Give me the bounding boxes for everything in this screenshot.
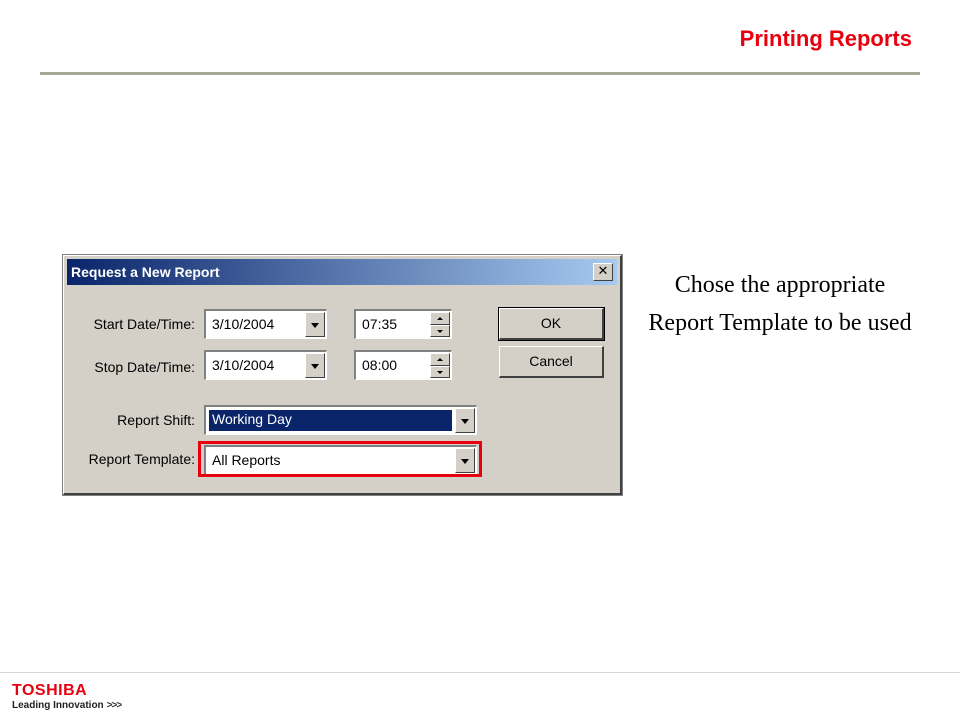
stop-time-value: 08:00	[362, 357, 398, 373]
ok-button[interactable]: OK	[498, 307, 605, 341]
stop-date-picker[interactable]: 3/10/2004	[204, 350, 327, 380]
stop-date-value: 3/10/2004	[212, 357, 275, 373]
close-button[interactable]: ✕	[593, 263, 613, 281]
dialog-titlebar[interactable]: Request a New Report ✕	[67, 259, 617, 285]
report-shift-selection: Working Day	[209, 410, 452, 431]
start-time-spinner[interactable]	[430, 312, 450, 337]
title-divider	[40, 72, 920, 75]
brand-tagline: Leading Innovation >>>	[12, 700, 123, 711]
report-template-highlight	[198, 441, 482, 477]
slide-title: Printing Reports	[739, 26, 912, 51]
start-date-value: 3/10/2004	[212, 316, 275, 332]
report-shift-dropdown-button[interactable]	[455, 408, 475, 433]
spin-up-icon[interactable]	[430, 312, 450, 325]
report-shift-value: Working Day	[212, 411, 292, 427]
spin-down-icon[interactable]	[430, 324, 450, 337]
dialog-title: Request a New Report	[71, 264, 220, 280]
report-shift-select[interactable]: Working Day	[204, 405, 477, 435]
stop-date-dropdown-button[interactable]	[305, 353, 325, 378]
spin-down-icon[interactable]	[430, 365, 450, 378]
brand-logo: TOSHIBA	[12, 682, 88, 699]
spin-up-icon[interactable]	[430, 353, 450, 366]
start-time-value: 07:35	[362, 316, 398, 332]
footer-divider	[0, 672, 960, 673]
start-date-dropdown-button[interactable]	[305, 312, 325, 337]
stop-time-field[interactable]: 08:00	[354, 350, 452, 380]
start-datetime-label: Start Date/Time:	[93, 316, 195, 332]
start-date-picker[interactable]: 3/10/2004	[204, 309, 327, 339]
report-template-label: Report Template:	[88, 451, 195, 467]
slide-caption: Chose the appropriate Report Template to…	[648, 272, 912, 336]
stop-datetime-label: Stop Date/Time:	[94, 359, 195, 375]
close-icon: ✕	[597, 264, 609, 279]
start-time-field[interactable]: 07:35	[354, 309, 452, 339]
report-shift-label: Report Shift:	[117, 412, 195, 428]
tagline-chevrons-icon: >>>	[106, 700, 123, 711]
stop-time-spinner[interactable]	[430, 353, 450, 378]
tagline-text: Leading Innovation	[12, 700, 104, 711]
cancel-button[interactable]: Cancel	[499, 346, 604, 378]
